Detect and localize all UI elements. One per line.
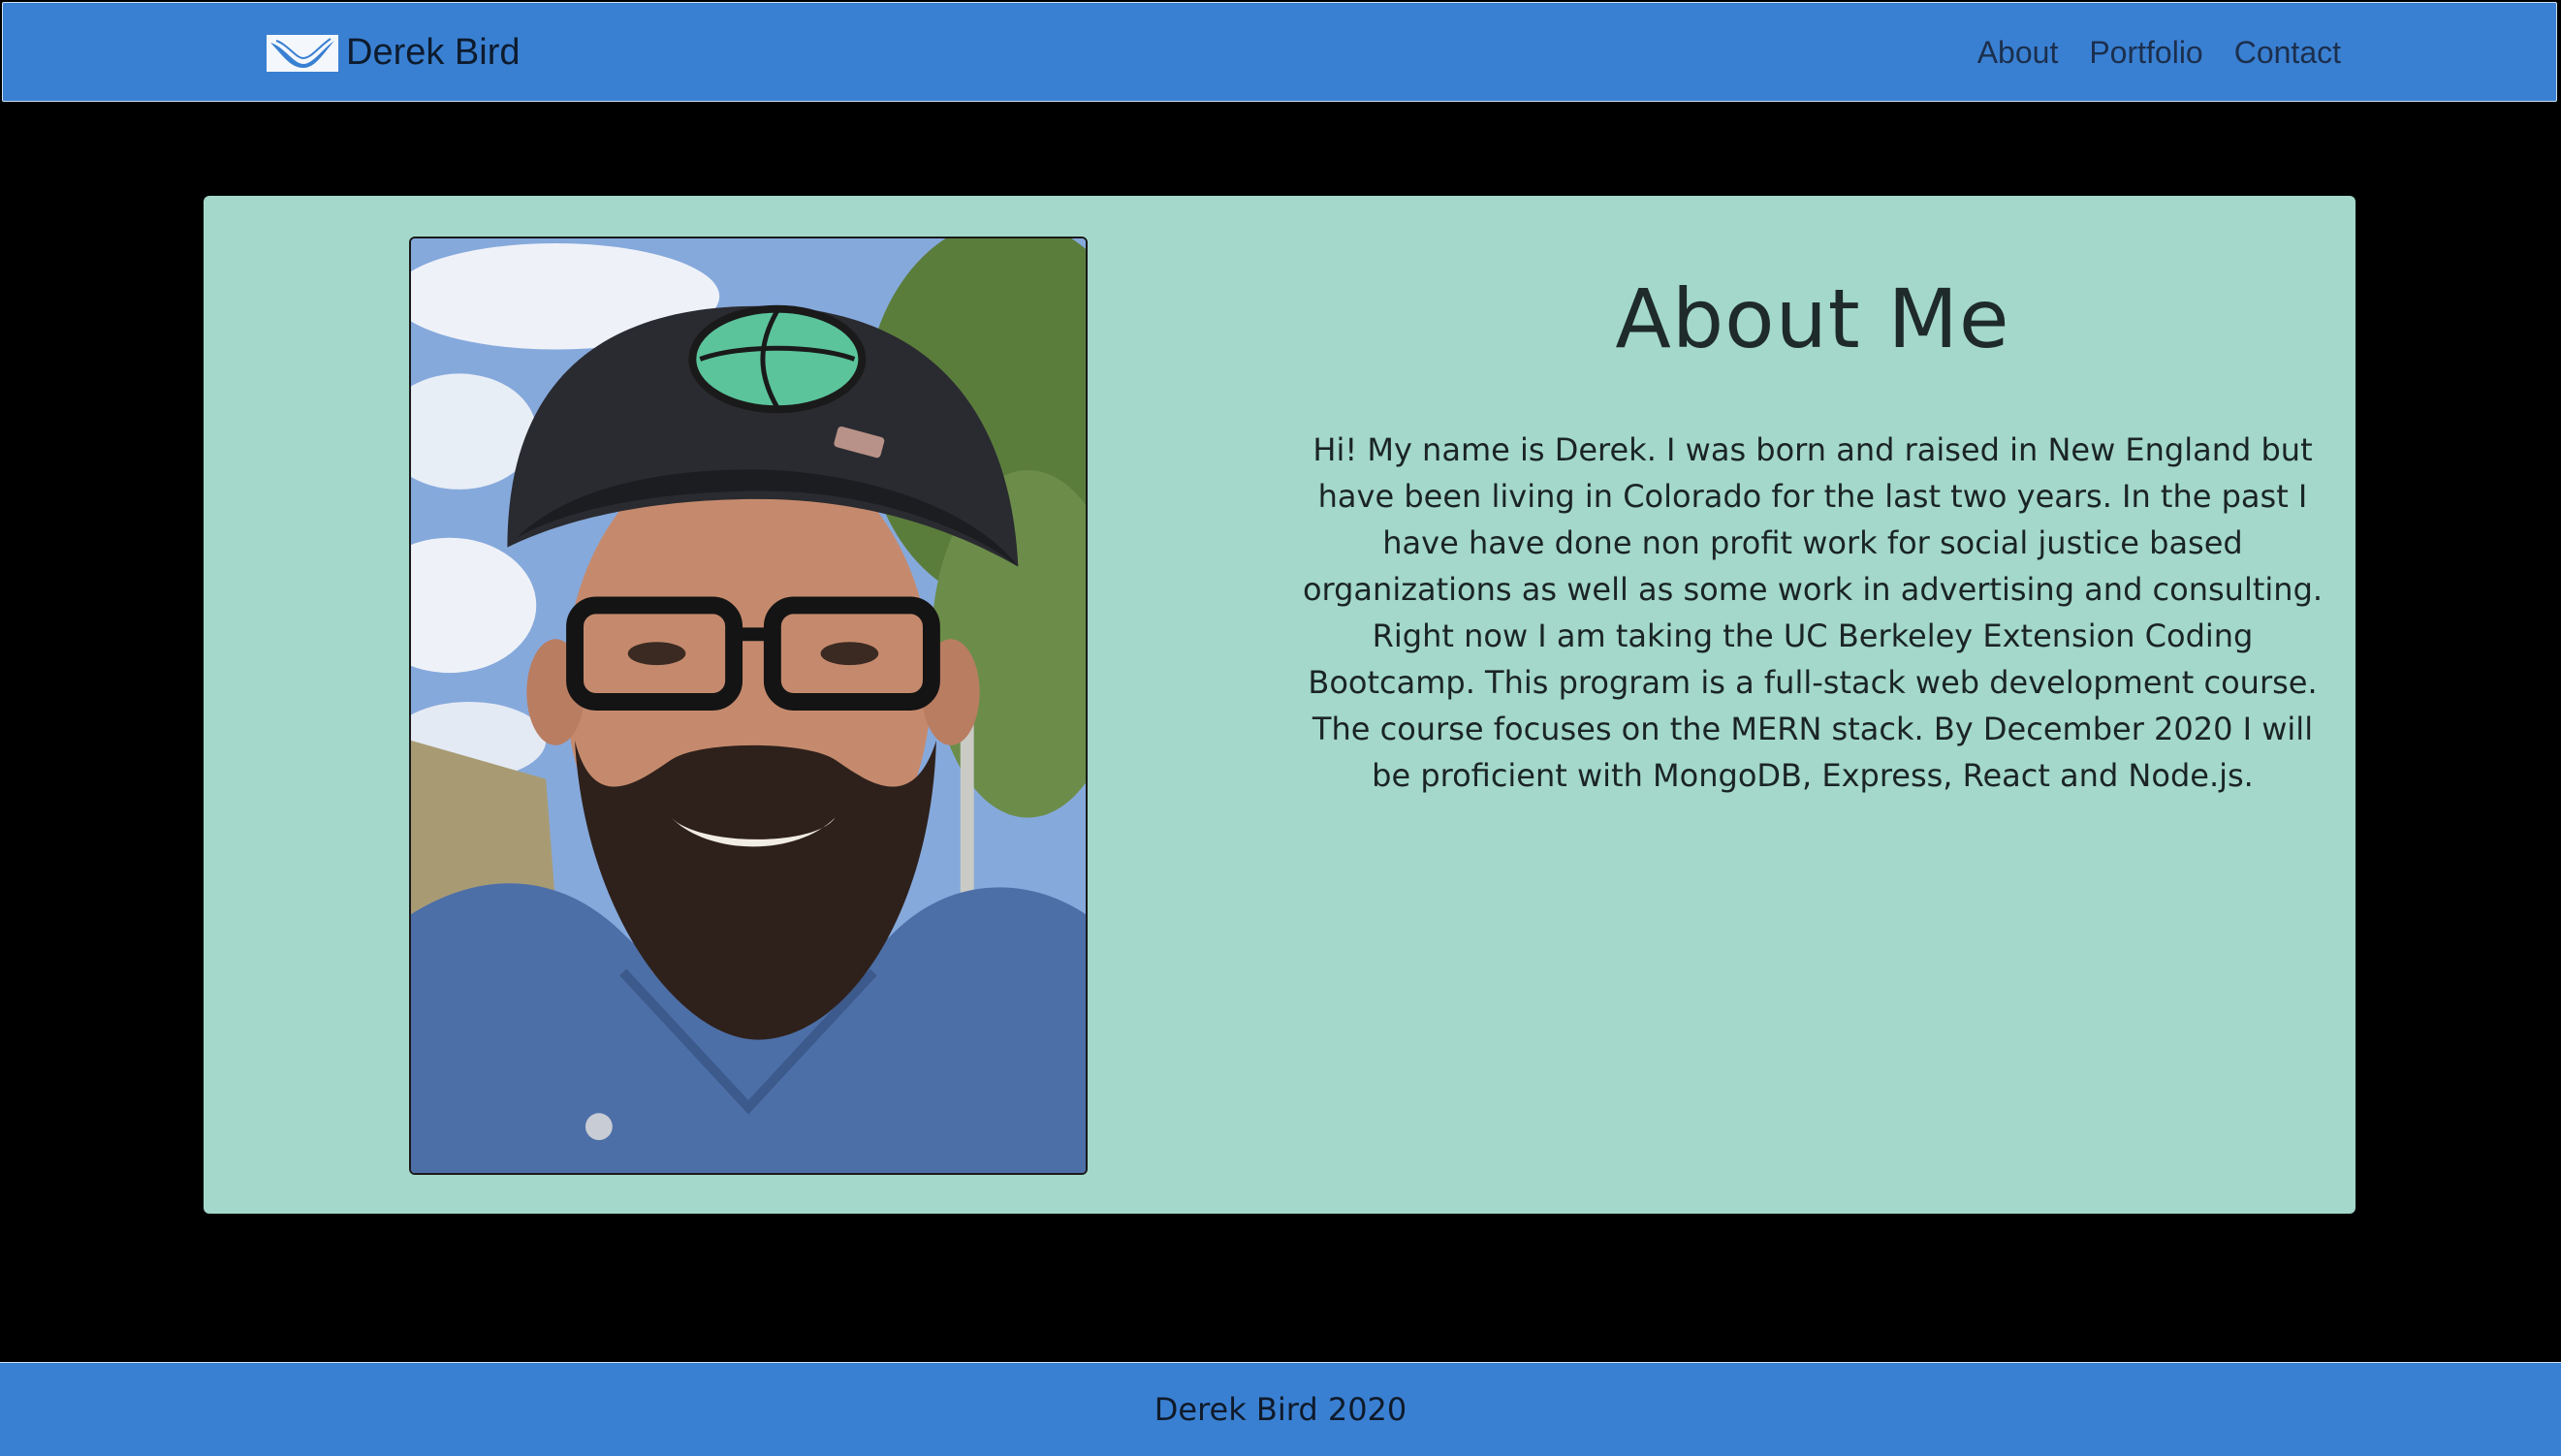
footer: Derek Bird 2020 bbox=[0, 1362, 2561, 1456]
brand-link[interactable]: Derek Bird bbox=[267, 3, 521, 103]
profile-photo-image bbox=[411, 238, 1086, 1173]
footer-text: Derek Bird 2020 bbox=[1154, 1391, 1407, 1428]
navbar: Derek Bird About Portfolio Contact bbox=[2, 2, 2557, 102]
nav-link-about[interactable]: About bbox=[1977, 35, 2059, 71]
nav-links: About Portfolio Contact bbox=[1977, 3, 2341, 103]
about-section: About Me Hi! My name is Derek. I was bor… bbox=[1299, 196, 2326, 799]
nav-link-portfolio[interactable]: Portfolio bbox=[2089, 35, 2202, 71]
bird-icon bbox=[267, 34, 338, 72]
page: Derek Bird About Portfolio Contact About… bbox=[0, 0, 2561, 1456]
about-card: About Me Hi! My name is Derek. I was bor… bbox=[204, 196, 2355, 1214]
about-bio: Hi! My name is Derek. I was born and rai… bbox=[1302, 431, 2324, 794]
nav-link-contact[interactable]: Contact bbox=[2234, 35, 2341, 71]
brand-name: Derek Bird bbox=[346, 32, 521, 73]
profile-photo bbox=[409, 237, 1088, 1175]
about-title: About Me bbox=[1615, 271, 2010, 366]
